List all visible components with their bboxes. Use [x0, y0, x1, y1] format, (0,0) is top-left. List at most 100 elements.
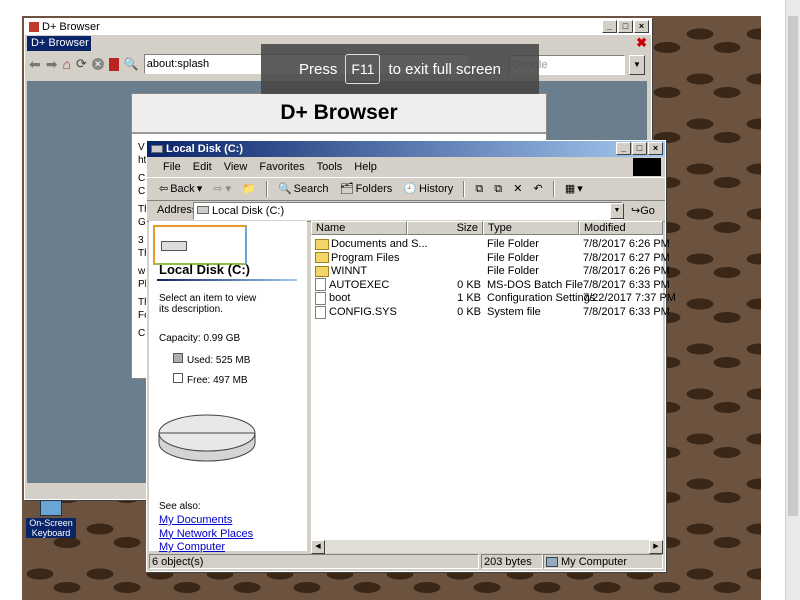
back-button[interactable]: ⇦ Back ▾ [155, 178, 206, 200]
home-icon[interactable]: ⌂ [62, 56, 70, 72]
explorer-title: Local Disk (C:) [166, 143, 244, 155]
browser-tab[interactable]: D+ Browser [27, 36, 91, 51]
file-size: 0 KB [457, 278, 481, 291]
forward-button[interactable]: ⇨ ▾ [209, 178, 235, 200]
menu-help[interactable]: Help [348, 157, 383, 177]
explorer-close-button[interactable]: × [648, 142, 663, 155]
file-name-cell: WINNT [315, 264, 367, 278]
folders-label: Folders [355, 183, 393, 195]
undo-icon: ↶ [533, 183, 543, 195]
file-list-header: Name Size Type Modified [311, 221, 663, 235]
folders-button[interactable]: 🗂 Folders [336, 178, 397, 200]
file-row[interactable]: Documents and S... File Folder 7/8/2017 6:… [311, 237, 670, 251]
fullscreen-rest-text: to exit full screen [388, 60, 501, 78]
go-label: Go [640, 205, 655, 217]
scroll-left-button[interactable]: ◀ [311, 540, 325, 554]
file-modified: 7/8/2017 6:27 PM [583, 251, 670, 264]
link-my-computer[interactable]: My Computer [159, 541, 253, 555]
reload-icon[interactable]: ⟳ [76, 56, 87, 72]
page-scrollbar-thumb[interactable] [788, 16, 798, 516]
menu-file[interactable]: File [157, 157, 187, 177]
status-objects: 6 object(s) [149, 554, 479, 569]
address-label: Address [157, 204, 198, 216]
file-name: WINNT [331, 265, 368, 278]
see-also-label: See also: [159, 501, 201, 512]
explorer-maximize-button[interactable]: □ [632, 142, 647, 155]
file-name-cell: CONFIG.SYS [315, 305, 397, 319]
menu-view[interactable]: View [218, 157, 254, 177]
heading-underline [157, 279, 297, 281]
file-name: AUTOEXEC [329, 278, 390, 291]
column-header-modified[interactable]: Modified [579, 221, 663, 235]
link-my-network-places[interactable]: My Network Places [159, 528, 253, 542]
menu-tools[interactable]: Tools [311, 157, 349, 177]
history-icon: 🕘 [403, 183, 418, 195]
explorer-titlebar[interactable]: Local Disk (C:) _ □ × [147, 141, 665, 157]
file-row[interactable]: boot 1 KB Configuration Settings 7/22/2017 … [311, 291, 676, 305]
file-name-cell: Program Files [315, 251, 399, 265]
back-icon: ⇦ [159, 183, 169, 195]
file-list-pane: Name Size Type Modified Documents and S... F… [311, 221, 676, 554]
menu-favorites[interactable]: Favorites [253, 157, 310, 177]
column-header-type[interactable]: Type [483, 221, 579, 235]
stop-icon[interactable]: ✕ [91, 58, 104, 70]
browser-app-icon [29, 22, 39, 32]
delete-button[interactable]: ✕ [509, 178, 526, 200]
used-legend: Used: 525 MB [173, 353, 250, 366]
copy-to-button[interactable]: ⧉ [490, 178, 506, 200]
search-icon: 🔍 [277, 183, 292, 195]
computer-icon [546, 557, 558, 568]
bookmarks-icon[interactable] [108, 57, 119, 71]
file-row[interactable]: WINNT File Folder 7/8/2017 6:26 PM [311, 264, 670, 278]
forward-arrow-icon[interactable]: ➡ [46, 56, 58, 73]
explorer-minimize-button[interactable]: _ [616, 142, 631, 155]
windows-logo-icon [633, 158, 661, 176]
browser-maximize-button[interactable]: □ [618, 20, 633, 33]
explorer-window: Local Disk (C:) _ □ × File Edit View Favori… [146, 140, 676, 572]
folders-icon: 🗂 [339, 183, 354, 195]
file-row[interactable]: Program Files File Folder 7/8/2017 6:27 PM [311, 251, 670, 265]
back-arrow-icon[interactable]: ⬅ [29, 56, 41, 73]
f11-key: F11 [345, 54, 381, 84]
file-row[interactable]: CONFIG.SYS 0 KB System file 7/8/2017 6:33 P… [311, 305, 670, 319]
column-header-name[interactable]: Name [311, 221, 407, 235]
horizontal-scrollbar[interactable]: ◀ ▶ [311, 540, 663, 554]
file-icon [315, 305, 326, 319]
search-button[interactable]: 🔍 Search [274, 178, 333, 200]
file-name-cell: AUTOEXEC [315, 278, 389, 292]
menu-edit[interactable]: Edit [187, 157, 218, 177]
address-dropdown-button[interactable]: ▼ [610, 203, 624, 219]
go-button[interactable]: ↪Go [631, 204, 655, 217]
splash-heading-bar: D+ Browser [132, 94, 546, 134]
views-button[interactable]: ▦ ▾ [561, 178, 587, 200]
explorer-statusbar: 6 object(s) 203 bytes My Computer [149, 554, 663, 569]
scroll-right-button[interactable]: ▶ [649, 540, 663, 554]
move-to-button[interactable]: ⧉ [471, 178, 487, 200]
page-scrollbar[interactable] [785, 0, 800, 600]
desktop-icon-osk[interactable]: On-Screen Keyboard [26, 500, 76, 538]
see-also-links: My Documents My Network Places My Computer [159, 514, 253, 555]
file-size: 1 KB [457, 292, 481, 305]
search-dropdown-button[interactable]: ▼ [629, 55, 645, 75]
browser-titlebar[interactable]: D+ Browser _ □ × [25, 19, 651, 35]
file-row[interactable]: AUTOEXEC 0 KB MS-DOS Batch File 7/8/2017 6:… [311, 278, 670, 292]
drive-small-icon [197, 206, 209, 214]
history-button[interactable]: 🕘 History [399, 178, 457, 200]
file-name: CONFIG.SYS [329, 306, 397, 318]
explorer-address-field[interactable]: Local Disk (C:) [193, 202, 623, 220]
keyboard-icon [40, 500, 62, 516]
tab-close-icon[interactable]: ✖ [636, 35, 647, 51]
column-header-size[interactable]: Size [407, 221, 483, 235]
link-my-documents[interactable]: My Documents [159, 514, 253, 528]
free-legend: Free: 497 MB [173, 373, 248, 386]
up-folder-button[interactable]: 📁 [238, 178, 260, 200]
status-bytes: 203 bytes [481, 554, 543, 569]
folder-icon [315, 252, 329, 264]
desktop-icon-label-2: Keyboard [26, 528, 76, 538]
left-panel-heading: Local Disk (C:) [159, 262, 251, 277]
browser-minimize-button[interactable]: _ [602, 20, 617, 33]
search-label: Search [293, 183, 329, 195]
file-icon [315, 291, 326, 305]
browser-close-button[interactable]: × [634, 20, 649, 33]
undo-button[interactable]: ↶ [530, 178, 547, 200]
